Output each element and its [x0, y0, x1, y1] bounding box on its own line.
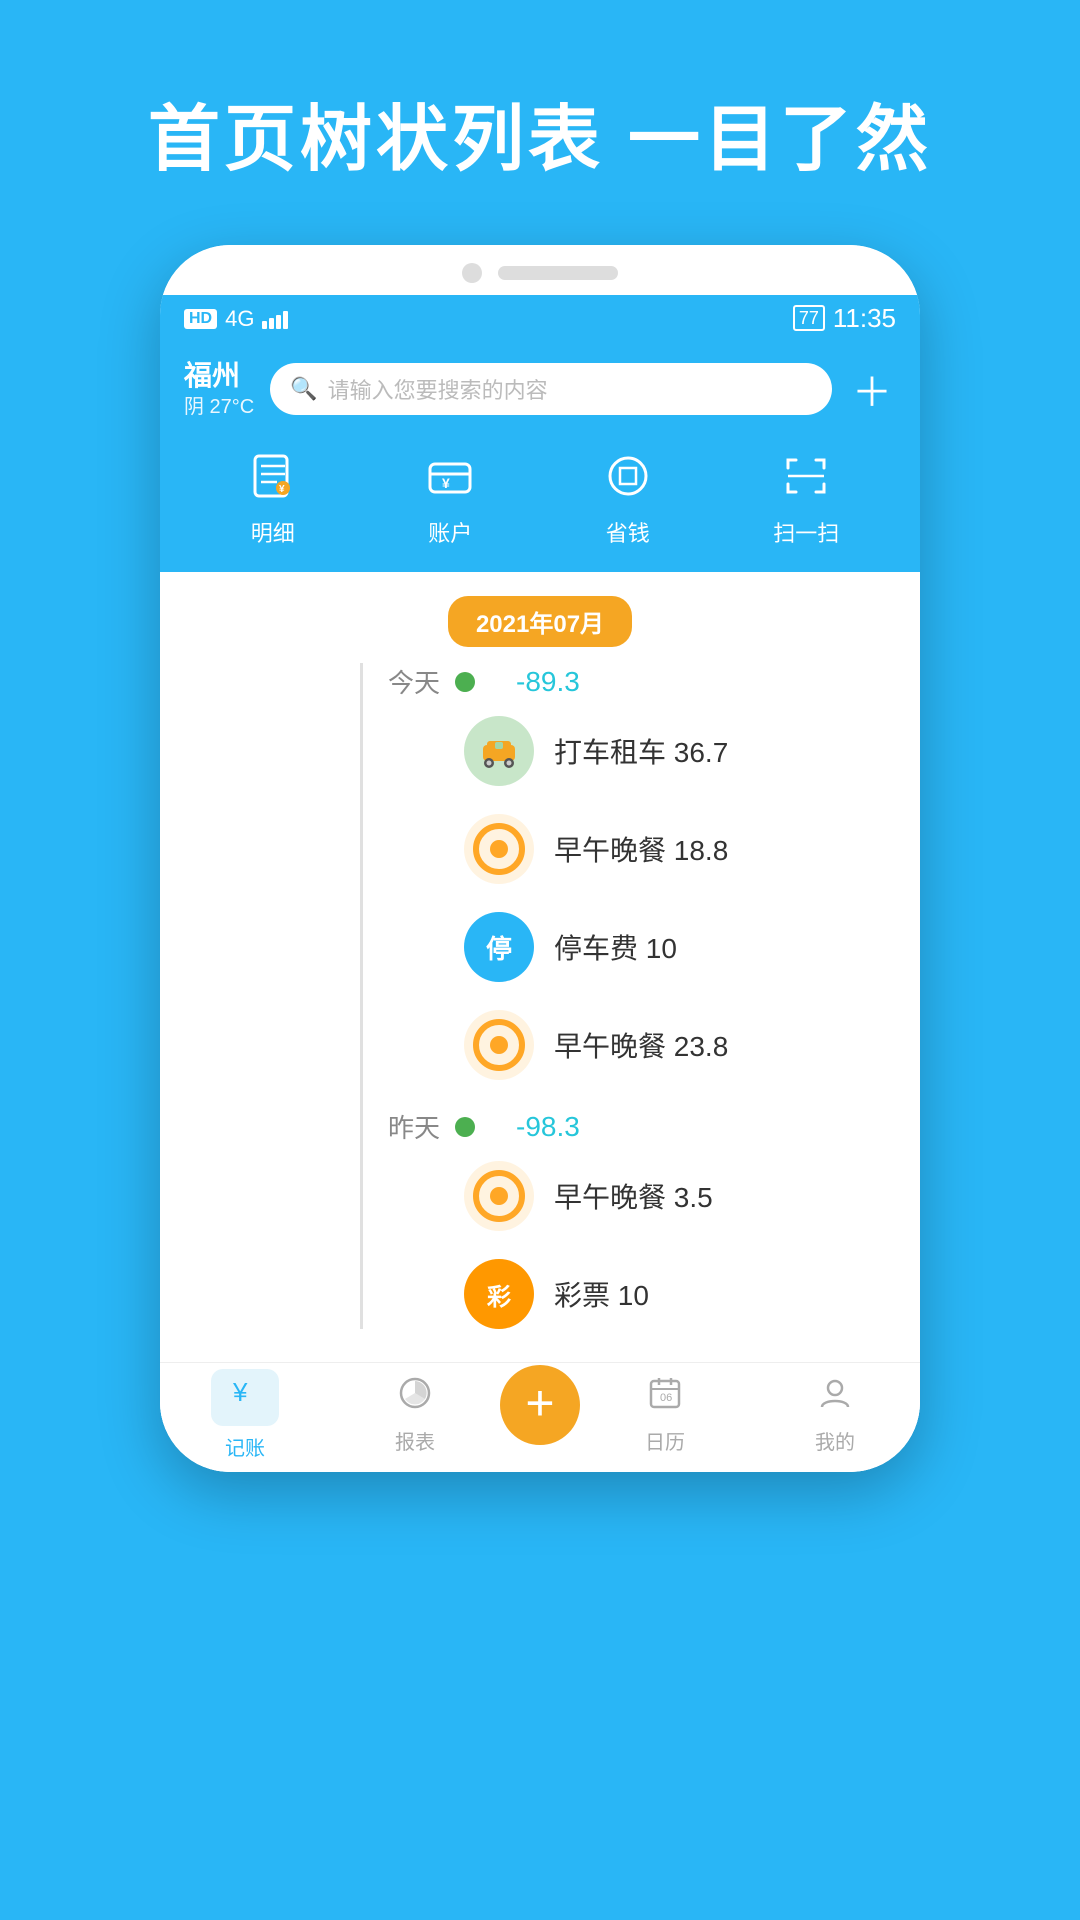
- day-group-today: 今天 -89.3: [320, 663, 860, 1080]
- shengqian-label: 省钱: [606, 516, 650, 548]
- taxi-label: 打车租车 36.7: [554, 731, 728, 771]
- lottery-label: 彩票 10: [554, 1274, 649, 1314]
- tab-rili[interactable]: 06 日历: [580, 1375, 750, 1455]
- transaction-item-food2[interactable]: 早午晚餐 23.8: [320, 1010, 860, 1080]
- battery-label: 77: [793, 307, 825, 330]
- scan-label: 扫一扫: [773, 516, 839, 548]
- day-dot-today: [455, 672, 475, 692]
- location-weather: 阴 27°C: [184, 394, 254, 420]
- timeline: 今天 -89.3: [160, 663, 920, 1329]
- month-badge: 2021年07月: [448, 596, 632, 647]
- tab-rili-label: 日历: [645, 1426, 685, 1455]
- day-label-yesterday: 昨天: [320, 1108, 440, 1145]
- day-dot-yesterday: [455, 1117, 475, 1137]
- tab-baobiao-label: 报表: [395, 1426, 435, 1455]
- svg-text:06: 06: [660, 1392, 672, 1404]
- svg-text:¥: ¥: [442, 475, 450, 491]
- mingxi-label: 明细: [251, 516, 295, 548]
- day-label-today: 今天: [320, 663, 440, 700]
- svg-text:¥: ¥: [232, 1377, 248, 1407]
- tab-wode-label: 我的: [815, 1426, 855, 1455]
- jizhang-icon: ¥: [227, 1375, 263, 1420]
- status-left: HD 4G: [184, 306, 288, 332]
- tab-wode[interactable]: 我的: [750, 1375, 920, 1455]
- nav-item-scan[interactable]: 扫一扫: [773, 444, 839, 548]
- nav-item-mingxi[interactable]: ¥ 明细: [241, 444, 305, 548]
- mingxi-icon: ¥: [241, 444, 305, 508]
- location-city: 福州: [184, 358, 254, 394]
- phone-speaker: [498, 266, 618, 280]
- shengqian-icon: [596, 444, 660, 508]
- zhanghu-label: 账户: [428, 516, 472, 548]
- lottery-text: 彩: [487, 1277, 511, 1312]
- header-top: 福州 阴 27°C 🔍 请输入您要搜索的内容 ＋: [184, 358, 896, 420]
- transaction-item-taxi[interactable]: 打车租车 36.7: [320, 716, 860, 786]
- zhanghu-icon: ¥: [418, 444, 482, 508]
- search-bar[interactable]: 🔍 请输入您要搜索的内容: [270, 363, 832, 415]
- tab-bar: ¥ 记账 报表 +: [160, 1362, 920, 1472]
- rili-icon: 06: [647, 1375, 683, 1420]
- day-header-yesterday: 昨天 -98.3: [320, 1108, 860, 1145]
- tab-add-button[interactable]: +: [500, 1365, 580, 1445]
- transaction-item-parking[interactable]: 停 停车费 10: [320, 912, 860, 982]
- tab-add[interactable]: +: [500, 1385, 580, 1445]
- status-right: 77 11:35: [793, 303, 896, 334]
- clock: 11:35: [833, 303, 896, 334]
- wode-icon: [817, 1375, 853, 1420]
- add-button[interactable]: ＋: [848, 360, 896, 418]
- taxi-icon: [464, 716, 534, 786]
- search-icon: 🔍: [290, 376, 317, 402]
- day-header-today: 今天 -89.3: [320, 663, 860, 700]
- baobiao-icon: [397, 1375, 433, 1420]
- page-title: 首页树状列表 一目了然: [0, 0, 1080, 245]
- food2-icon: [464, 1010, 534, 1080]
- location-info: 福州 阴 27°C: [184, 358, 254, 420]
- day-amount-today: -89.3: [516, 666, 580, 698]
- transaction-item-food1[interactable]: 早午晚餐 18.8: [320, 814, 860, 884]
- signal-label: 4G: [225, 306, 254, 332]
- nav-item-shengqian[interactable]: 省钱: [596, 444, 660, 548]
- signal-bars: [262, 309, 288, 329]
- food2-label: 早午晚餐 23.8: [554, 1025, 728, 1065]
- food3-label: 早午晚餐 3.5: [554, 1176, 713, 1216]
- hd-badge: HD: [184, 309, 217, 329]
- tab-jizhang[interactable]: ¥ 记账: [160, 1369, 330, 1461]
- svg-text:¥: ¥: [279, 484, 285, 495]
- tab-jizhang-label: 记账: [225, 1432, 265, 1461]
- tab-baobiao[interactable]: 报表: [330, 1375, 500, 1455]
- transaction-item-lottery[interactable]: 彩 彩票 10: [320, 1259, 860, 1329]
- parking-icon: 停: [464, 912, 534, 982]
- phone-camera: [462, 263, 482, 283]
- nav-icons: ¥ 明细 ¥ 账户: [184, 436, 896, 552]
- scan-icon: [774, 444, 838, 508]
- day-amount-yesterday: -98.3: [516, 1111, 580, 1143]
- food3-icon: [464, 1161, 534, 1231]
- tab-jizhang-active-bg: ¥: [211, 1369, 279, 1426]
- transaction-item-food3[interactable]: 早午晚餐 3.5: [320, 1161, 860, 1231]
- food1-icon: [464, 814, 534, 884]
- parking-label: 停车费 10: [554, 927, 677, 967]
- month-badge-wrap: 2021年07月: [160, 572, 920, 663]
- add-plus-icon: +: [525, 1378, 554, 1428]
- content-area: 2021年07月 今天 -89.3: [160, 572, 920, 1472]
- app-header: 福州 阴 27°C 🔍 请输入您要搜索的内容 ＋ ¥: [160, 342, 920, 572]
- nav-item-zhanghu[interactable]: ¥ 账户: [418, 444, 482, 548]
- parking-text: 停: [486, 929, 512, 966]
- lottery-icon: 彩: [464, 1259, 534, 1329]
- status-bar: HD 4G 77 11:35: [160, 295, 920, 342]
- search-placeholder-text: 请输入您要搜索的内容: [328, 373, 812, 405]
- phone-top: [160, 245, 920, 295]
- day-group-yesterday: 昨天 -98.3 早午晚餐 3.5 彩: [320, 1108, 860, 1329]
- phone-frame: HD 4G 77 11:35 福州 阴 27°C 🔍 请输入您要: [160, 245, 920, 1472]
- food1-label: 早午晚餐 18.8: [554, 829, 728, 869]
